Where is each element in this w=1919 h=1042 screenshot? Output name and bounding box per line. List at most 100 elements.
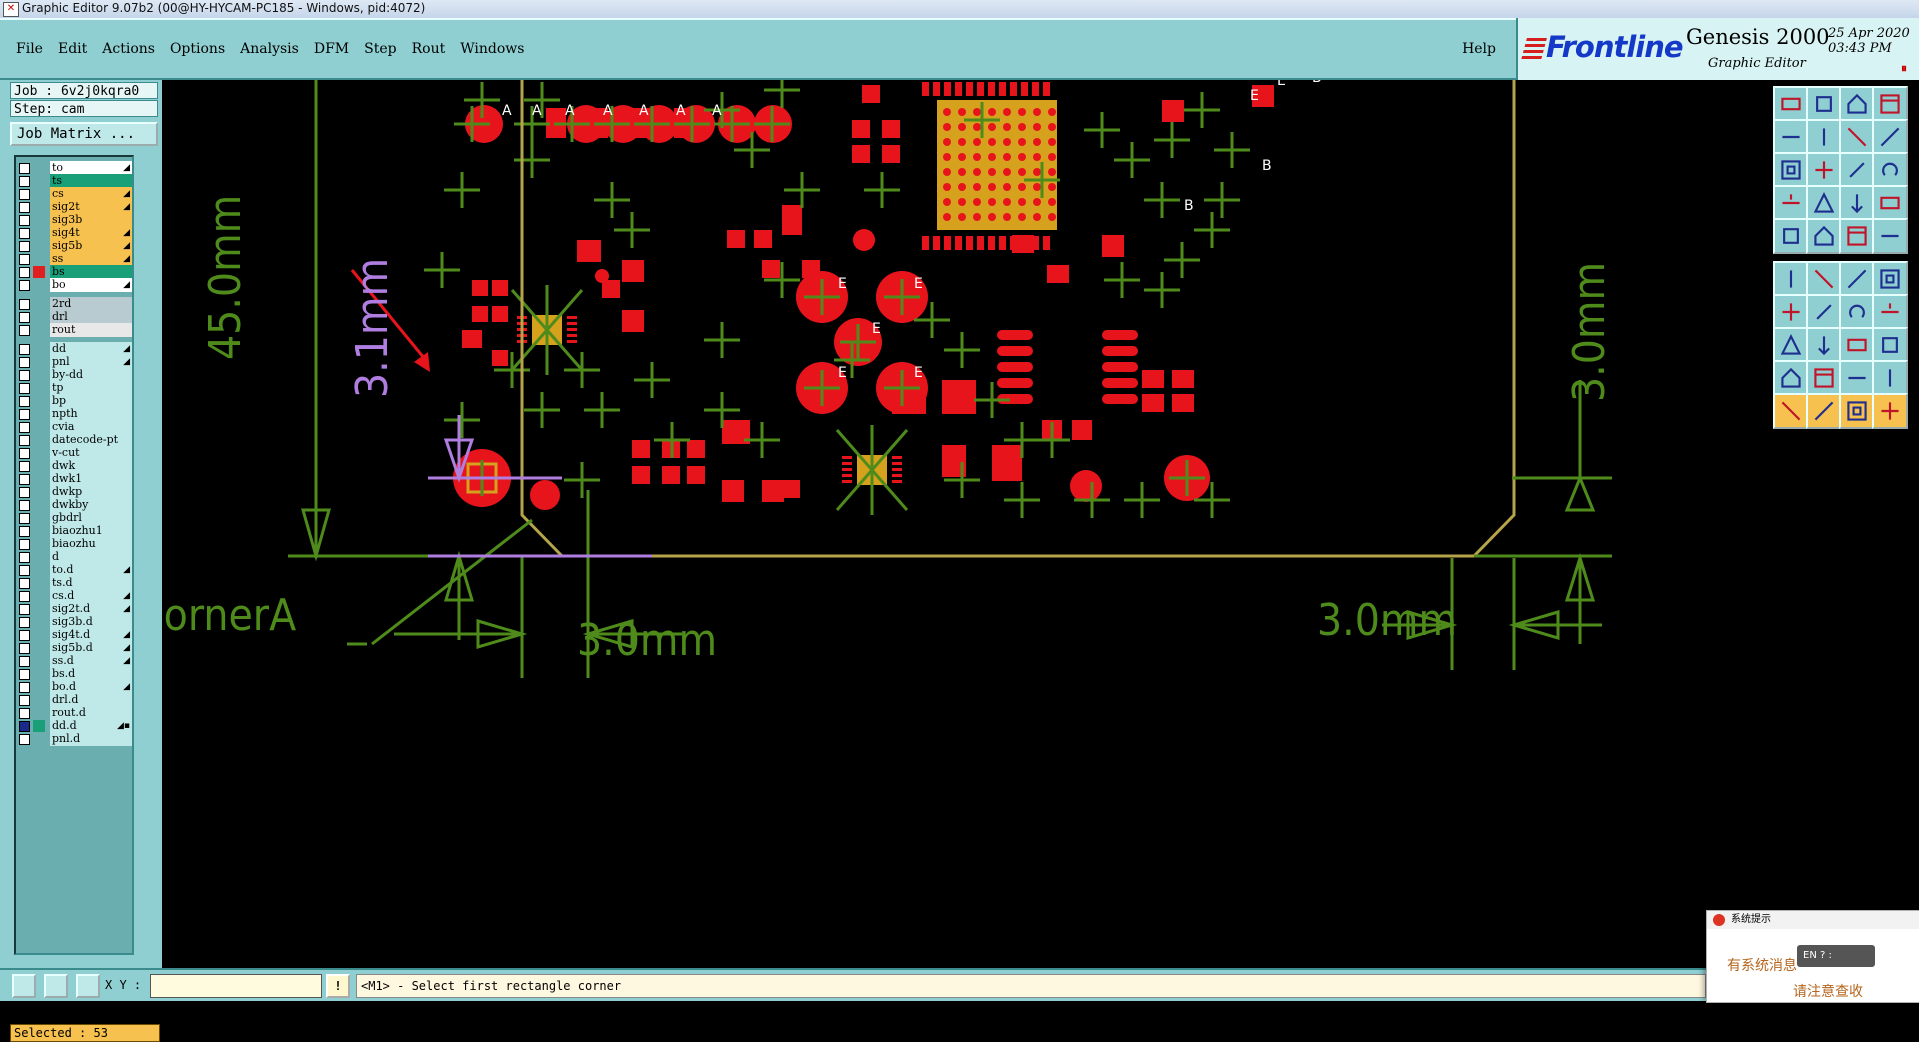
layer-name[interactable]: to ◢ <box>50 161 132 175</box>
layer-checkbox[interactable] <box>19 422 30 433</box>
layer-checkbox[interactable] <box>19 280 30 291</box>
xy-input[interactable] <box>150 974 322 998</box>
layer-name[interactable]: cs ◢ <box>50 187 132 201</box>
layer-checkbox[interactable] <box>19 267 30 278</box>
layer-row-pnl.d[interactable]: pnl.d <box>16 732 134 746</box>
tri3-tool-button[interactable] <box>1839 360 1875 396</box>
menu-actions[interactable]: Actions <box>102 41 155 57</box>
filter-tool-button[interactable] <box>1872 185 1908 221</box>
layer-row-pnl[interactable]: pnl ◢ <box>16 355 134 369</box>
layer-checkbox[interactable] <box>19 617 30 628</box>
layer-name[interactable]: dwkby <box>50 498 132 512</box>
layer-row-to.d[interactable]: to.d ◢ <box>16 563 134 577</box>
layer-name[interactable]: dd ◢ <box>50 342 132 356</box>
layer-checkbox[interactable] <box>19 409 30 420</box>
pointer-alt-tool-button[interactable] <box>1806 393 1842 429</box>
layer-name[interactable]: rout <box>50 323 132 337</box>
pad-tool-button[interactable] <box>1773 218 1809 254</box>
layer-name[interactable]: 2rd <box>50 297 132 311</box>
grid-tool-button[interactable] <box>1839 185 1875 221</box>
layer-row-to[interactable]: to ◢ <box>16 161 134 175</box>
menu-file[interactable]: File <box>16 41 43 57</box>
layer-checkbox[interactable] <box>19 487 30 498</box>
layer-row-datecode-pt[interactable]: datecode-pt <box>16 433 134 447</box>
surface-tool-button[interactable] <box>1872 261 1908 297</box>
job-matrix-button[interactable]: Job Matrix ... <box>10 122 158 146</box>
menu-step[interactable]: Step <box>364 41 396 57</box>
layer-checkbox[interactable] <box>19 643 30 654</box>
layer-checkbox[interactable] <box>19 228 30 239</box>
layer-name[interactable]: sig3b <box>50 213 132 227</box>
layer-name[interactable]: bo ◢ <box>50 278 132 292</box>
text-tool-button[interactable] <box>1872 294 1908 330</box>
layer-checkbox[interactable] <box>19 325 30 336</box>
layer-name[interactable]: bs <box>50 265 132 279</box>
layer-row-tp[interactable]: tp <box>16 381 134 395</box>
layer-row-ss.d[interactable]: ss.d ◢ <box>16 654 134 668</box>
layer-name[interactable]: dwkp <box>50 485 132 499</box>
layer-name[interactable]: sig2t ◢ <box>50 200 132 214</box>
layer-name[interactable]: by-dd <box>50 368 132 382</box>
layer-name[interactable]: pnl ◢ <box>50 355 132 369</box>
layer-name[interactable]: sig5b ◢ <box>50 239 132 253</box>
ruler-tool-button[interactable] <box>1839 218 1875 254</box>
layer-checkbox[interactable] <box>19 604 30 615</box>
layer-checkbox[interactable] <box>19 215 30 226</box>
layer-row-gbdrl[interactable]: gbdrl <box>16 511 134 525</box>
layer-checkbox[interactable] <box>19 565 30 576</box>
layer-checkbox[interactable] <box>19 669 30 680</box>
layer-name[interactable]: sig5b.d ◢ <box>50 641 132 655</box>
layer-row-drl[interactable]: drl <box>16 310 134 324</box>
layer-checkbox[interactable] <box>19 721 30 732</box>
layer-row-ss[interactable]: ss ◢ <box>16 252 134 266</box>
layer-down-tool-button[interactable] <box>1806 86 1842 122</box>
layer-checkbox[interactable] <box>19 474 30 485</box>
layer-row-cvia[interactable]: cvia <box>16 420 134 434</box>
layer-checkbox[interactable] <box>19 682 30 693</box>
layer-name[interactable]: biaozhu <box>50 537 132 551</box>
slope-tool-button[interactable] <box>1773 294 1809 330</box>
layer-row-sig3b[interactable]: sig3b <box>16 213 134 227</box>
layer-name[interactable]: ss ◢ <box>50 252 132 266</box>
layer-row-dwk1[interactable]: dwk1 <box>16 472 134 486</box>
graphics-canvas[interactable]: A A A A A A A E E E E E E E B B B <box>136 70 1767 968</box>
layer-row-bp[interactable]: bp <box>16 394 134 408</box>
layer-checkbox[interactable] <box>19 396 30 407</box>
rect-tool-button[interactable] <box>1773 327 1809 363</box>
layer-row-bs[interactable]: bs <box>16 265 134 279</box>
layer-row-d[interactable]: d <box>16 550 134 564</box>
layer-name[interactable]: npth <box>50 407 132 421</box>
layer-row-sig5b[interactable]: sig5b ◢ <box>16 239 134 253</box>
layer-up-tool-button[interactable] <box>1773 86 1809 122</box>
layer-checkbox[interactable] <box>19 383 30 394</box>
layer-row-rout.d[interactable]: rout.d <box>16 706 134 720</box>
layer-checkbox[interactable] <box>19 254 30 265</box>
layer-name[interactable]: bo.d ◢ <box>50 680 132 694</box>
layer-name[interactable]: biaozhu1 <box>50 524 132 538</box>
layer-name[interactable]: datecode-pt <box>50 433 132 447</box>
layer-checkbox[interactable] <box>19 526 30 537</box>
zoom-box-button[interactable] <box>12 974 36 998</box>
scale-tool-button[interactable] <box>1839 152 1875 188</box>
layer-row-by-dd[interactable]: by-dd <box>16 368 134 382</box>
layer-checkbox[interactable] <box>19 176 30 187</box>
layer-checkbox[interactable] <box>19 163 30 174</box>
line-tool-button[interactable] <box>1806 218 1842 254</box>
layer-name[interactable]: ts.d <box>50 576 132 590</box>
layer-name[interactable]: to.d ◢ <box>50 563 132 577</box>
layer-checkbox[interactable] <box>19 357 30 368</box>
layer-checkbox[interactable] <box>19 241 30 252</box>
circle-tool-button[interactable] <box>1872 218 1908 254</box>
layer-checkbox[interactable] <box>19 656 30 667</box>
layer-row-rout[interactable]: rout <box>16 323 134 337</box>
menu-edit[interactable]: Edit <box>58 41 87 57</box>
layer-name[interactable]: bs.d <box>50 667 132 681</box>
layer-row-dd[interactable]: dd ◢ <box>16 342 134 356</box>
snap-tool-button[interactable] <box>1773 185 1809 221</box>
rotate-tool-button[interactable] <box>1806 261 1842 297</box>
layer-row-2rd[interactable]: 2rd <box>16 297 134 311</box>
layer-row-cs.d[interactable]: cs.d ◢ <box>16 589 134 603</box>
layer-checkbox[interactable] <box>19 312 30 323</box>
layer-name[interactable]: tp <box>50 381 132 395</box>
ime-indicator[interactable]: EN ? : <box>1797 945 1875 967</box>
